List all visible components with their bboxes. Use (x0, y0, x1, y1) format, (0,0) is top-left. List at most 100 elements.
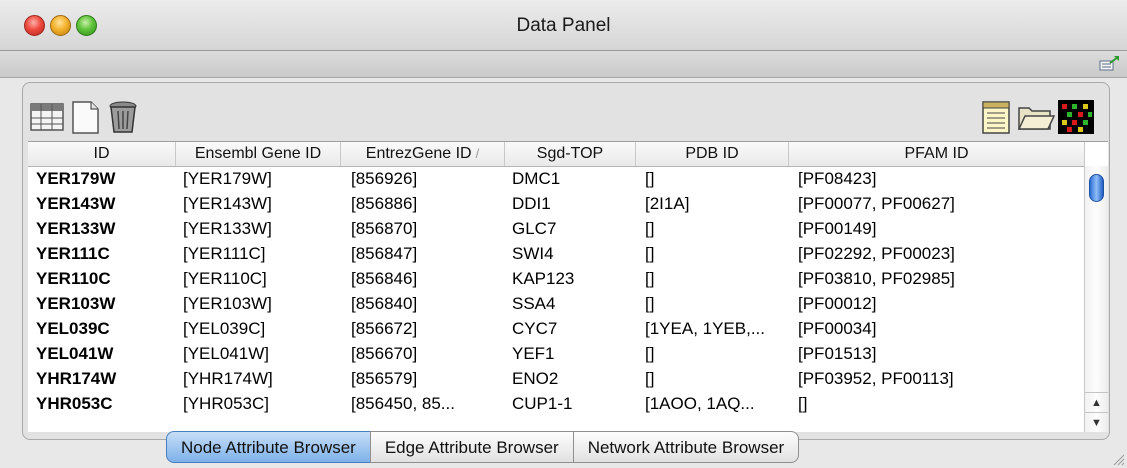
table-cell[interactable]: [YER111C] (183, 241, 343, 266)
column-header-sgd-top[interactable]: Sgd-TOP (505, 142, 636, 166)
table-cell[interactable]: [1AOO, 1AQ... (645, 391, 793, 416)
browser-tabs: Node Attribute Browser Edge Attribute Br… (166, 431, 800, 463)
table-cell[interactable]: [856450, 85... (351, 391, 506, 416)
table-cell[interactable]: [] (645, 291, 793, 316)
table-cell[interactable]: [] (645, 341, 793, 366)
table-cell[interactable]: [PF00077, PF00627] (798, 191, 1078, 216)
table-row[interactable]: YER110C [YER110C] [856846] KAP123 [] [PF03810… (28, 266, 1085, 291)
table-cell[interactable]: [] (798, 391, 1078, 416)
table-cell[interactable]: [856670] (351, 341, 506, 366)
sort-ascending-icon: / (475, 146, 480, 161)
table-row[interactable]: YER111C [YER111C] [856847] SWI4 [] [PF02292, … (28, 241, 1085, 266)
open-folder-icon[interactable] (1017, 99, 1055, 135)
table-row[interactable]: YHR174W [YHR174W] [856579] ENO2 [] [PF03952, … (28, 366, 1085, 391)
table-cell[interactable]: [PF08423] (798, 166, 1078, 191)
table-cell[interactable]: SSA4 (512, 291, 637, 316)
heatmap-icon[interactable] (1057, 99, 1095, 135)
table-cell[interactable]: ENO2 (512, 366, 637, 391)
tab-network-attribute-browser[interactable]: Network Attribute Browser (572, 431, 800, 463)
table-cell[interactable]: [YEL039C] (183, 316, 343, 341)
table-cell[interactable]: CYC7 (512, 316, 637, 341)
table-cell[interactable]: [2I1A] (645, 191, 793, 216)
table-cell[interactable]: YHR053C (36, 391, 176, 416)
attribute-list-icon[interactable] (978, 99, 1014, 135)
table-row[interactable]: YER133W [YER133W] [856870] GLC7 [] [PF00149] (28, 216, 1085, 241)
table-cell[interactable]: [856847] (351, 241, 506, 266)
table-row[interactable]: YER103W [YER103W] [856840] SSA4 [] [PF00012] (28, 291, 1085, 316)
tab-edge-attribute-browser[interactable]: Edge Attribute Browser (369, 431, 574, 463)
table-cell[interactable]: [YHR174W] (183, 366, 343, 391)
table-cell[interactable]: CUP1-1 (512, 391, 637, 416)
table-row[interactable]: YEL041W [YEL041W] [856670] YEF1 [] [PF01513] (28, 341, 1085, 366)
table-cell[interactable]: YER110C (36, 266, 176, 291)
attribute-browser-panel: ID Ensembl Gene ID EntrezGene ID / Sgd-TO… (22, 82, 1110, 440)
table-cell[interactable]: YHR174W (36, 366, 176, 391)
attribute-table: ID Ensembl Gene ID EntrezGene ID / Sgd-TO… (28, 141, 1108, 432)
table-cell[interactable]: YEL039C (36, 316, 176, 341)
table-cell[interactable]: DDI1 (512, 191, 637, 216)
table-cell[interactable]: [] (645, 241, 793, 266)
table-cell[interactable]: [] (645, 216, 793, 241)
table-cell[interactable]: [856926] (351, 166, 506, 191)
table-cell[interactable]: [856579] (351, 366, 506, 391)
column-header-id[interactable]: ID (28, 142, 176, 166)
table-cell[interactable]: [PF03810, PF02985] (798, 266, 1078, 291)
table-cell[interactable]: [] (645, 166, 793, 191)
title-bar: Data Panel (0, 0, 1127, 51)
column-header-entrezgene-id[interactable]: EntrezGene ID / (341, 142, 505, 166)
table-cell[interactable]: [] (645, 366, 793, 391)
table-cell[interactable]: [856886] (351, 191, 506, 216)
table-cell[interactable]: YER111C (36, 241, 176, 266)
grid-select-icon[interactable] (29, 99, 65, 135)
data-panel-window: Data Panel ID Ensembl Gene ID EntrezGene… (0, 0, 1127, 468)
table-cell[interactable]: [YER143W] (183, 191, 343, 216)
table-cell[interactable]: YEL041W (36, 341, 176, 366)
table-cell[interactable]: [YER110C] (183, 266, 343, 291)
table-cell[interactable]: YER179W (36, 166, 176, 191)
table-row[interactable]: YEL039C [YEL039C] [856672] CYC7 [1YEA, 1YEB,… (28, 316, 1085, 341)
table-cell[interactable]: [YER179W] (183, 166, 343, 191)
window-title: Data Panel (516, 15, 611, 36)
table-cell[interactable]: [PF02292, PF00023] (798, 241, 1078, 266)
table-row[interactable]: YHR053C [YHR053C] [856450, 85... CUP1-1 [1AO… (28, 391, 1085, 416)
table-cell[interactable]: [PF00012] (798, 291, 1078, 316)
scroll-thumb[interactable] (1089, 174, 1104, 202)
table-cell[interactable]: [856840] (351, 291, 506, 316)
table-cell[interactable]: [PF00149] (798, 216, 1078, 241)
table-cell[interactable]: [YHR053C] (183, 391, 343, 416)
column-header-pdb-id[interactable]: PDB ID (636, 142, 789, 166)
trash-icon[interactable] (105, 99, 141, 135)
table-cell[interactable]: [856846] (351, 266, 506, 291)
table-cell[interactable]: YER143W (36, 191, 176, 216)
column-header-pfam-id[interactable]: PFAM ID (789, 142, 1085, 166)
table-cell[interactable]: [YER103W] (183, 291, 343, 316)
table-cell[interactable]: [] (645, 266, 793, 291)
column-header-ensembl-gene-id[interactable]: Ensembl Gene ID (176, 142, 341, 166)
table-cell[interactable]: YER133W (36, 216, 176, 241)
table-row[interactable]: YER179W [YER179W] [856926] DMC1 [] [PF08423] (28, 166, 1085, 191)
scroll-down-arrow[interactable]: ▼ (1085, 412, 1108, 432)
scroll-up-arrow[interactable]: ▲ (1085, 392, 1108, 413)
table-cell[interactable]: YER103W (36, 291, 176, 316)
export-icon[interactable] (1099, 55, 1121, 73)
tab-node-attribute-browser[interactable]: Node Attribute Browser (166, 431, 371, 463)
table-cell[interactable]: [PF01513] (798, 341, 1078, 366)
top-strip (0, 51, 1127, 78)
table-cell[interactable]: [PF00034] (798, 316, 1078, 341)
table-header: ID Ensembl Gene ID EntrezGene ID / Sgd-TO… (28, 142, 1085, 167)
table-cell[interactable]: [YER133W] (183, 216, 343, 241)
table-cell[interactable]: YEF1 (512, 341, 637, 366)
table-cell[interactable]: DMC1 (512, 166, 637, 191)
table-cell[interactable]: [YEL041W] (183, 341, 343, 366)
resize-grip-icon[interactable] (1111, 452, 1125, 466)
table-cell[interactable]: KAP123 (512, 266, 637, 291)
table-cell[interactable]: [PF03952, PF00113] (798, 366, 1078, 391)
vertical-scrollbar[interactable]: ▲ ▼ (1084, 166, 1108, 432)
table-cell[interactable]: GLC7 (512, 216, 637, 241)
new-document-icon[interactable] (67, 99, 103, 135)
table-cell[interactable]: [856870] (351, 216, 506, 241)
table-cell[interactable]: SWI4 (512, 241, 637, 266)
table-cell[interactable]: [1YEA, 1YEB,... (645, 316, 793, 341)
table-row[interactable]: YER143W [YER143W] [856886] DDI1 [2I1A] [PF000… (28, 191, 1085, 216)
table-cell[interactable]: [856672] (351, 316, 506, 341)
